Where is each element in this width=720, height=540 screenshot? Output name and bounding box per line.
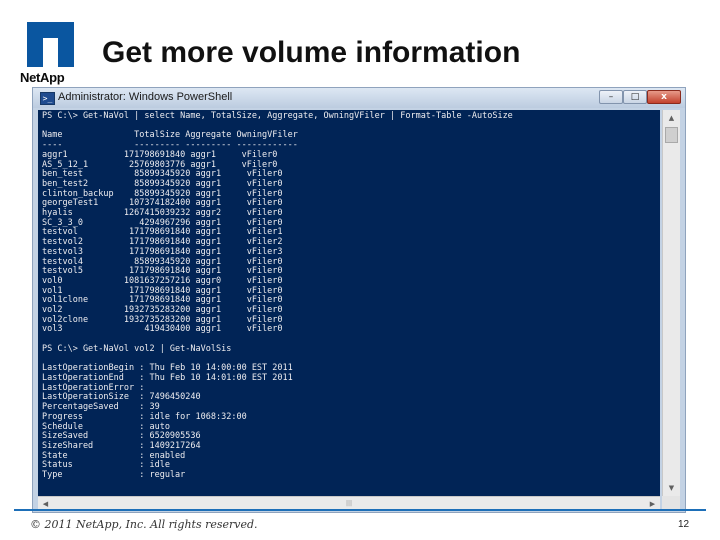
vertical-scrollbar[interactable]: ▲ ▼ bbox=[662, 110, 680, 496]
footer-rule bbox=[14, 509, 706, 511]
maximize-button[interactable]: □ bbox=[623, 90, 647, 104]
netapp-logo: NetApp bbox=[20, 22, 82, 88]
horizontal-scrollbar[interactable]: ◀ ||| ▶ bbox=[38, 496, 660, 510]
minimize-button[interactable]: – bbox=[599, 90, 623, 104]
copyright-text: © 2011 NetApp, Inc. All rights reserved. bbox=[30, 518, 258, 531]
window-title: Administrator: Windows PowerShell bbox=[58, 91, 233, 103]
scroll-down-arrow-icon[interactable]: ▼ bbox=[665, 481, 678, 495]
powershell-window[interactable]: >_ Administrator: Windows PowerShell – □… bbox=[32, 87, 686, 513]
page-number: 12 bbox=[678, 519, 690, 530]
console-output[interactable]: PS C:\> Get-NaVol | select Name, TotalSi… bbox=[38, 110, 660, 496]
close-button[interactable]: x bbox=[647, 90, 681, 104]
powershell-icon[interactable]: >_ bbox=[40, 92, 55, 105]
window-titlebar[interactable]: >_ Administrator: Windows PowerShell – □… bbox=[33, 88, 685, 108]
console-text: PS C:\> Get-NaVol | select Name, TotalSi… bbox=[42, 111, 513, 481]
logo-text: NetApp bbox=[20, 70, 65, 85]
scroll-grip-icon[interactable]: ||| bbox=[346, 500, 352, 507]
scroll-up-arrow-icon[interactable]: ▲ bbox=[665, 111, 678, 125]
vertical-scroll-thumb[interactable] bbox=[665, 127, 678, 143]
slide-title: Get more volume information bbox=[102, 36, 521, 69]
resize-corner[interactable] bbox=[662, 496, 680, 510]
netapp-logo-icon bbox=[27, 22, 74, 67]
